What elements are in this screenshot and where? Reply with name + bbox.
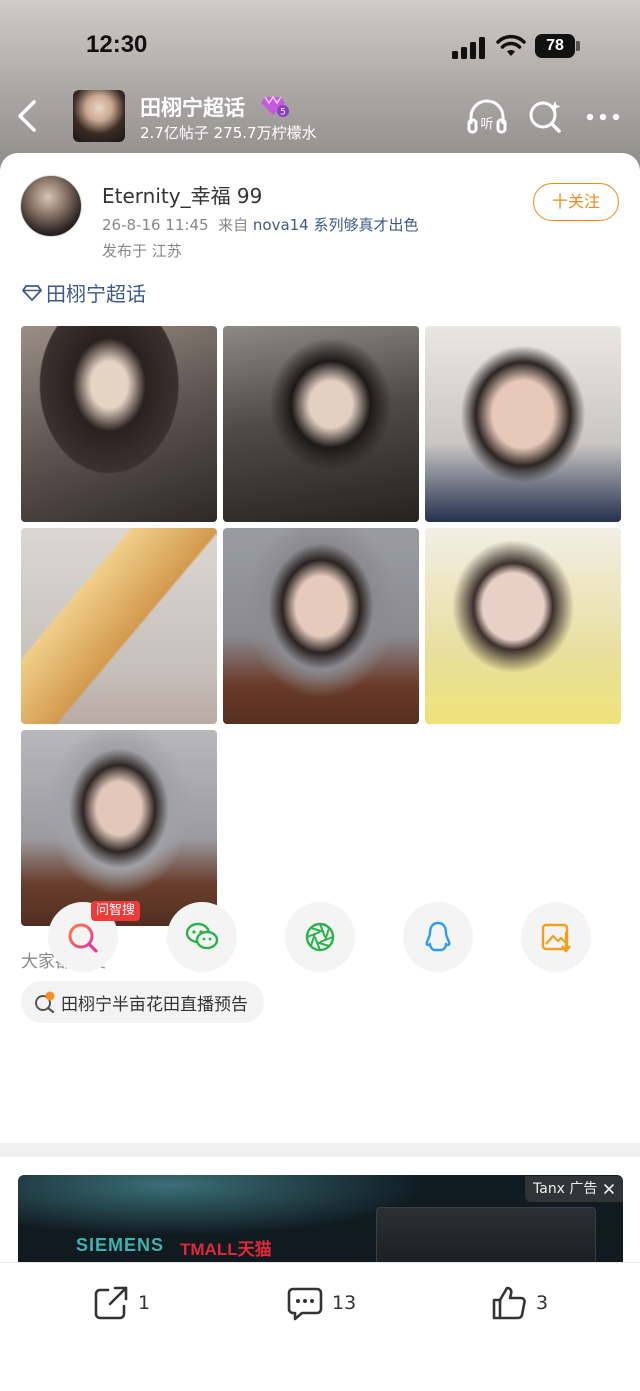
repost-count: 1 <box>138 1292 151 1314</box>
diamond-badge-icon: 5 <box>261 95 289 117</box>
status-bar: 12:30 78 <box>0 0 640 92</box>
qq-share-button[interactable] <box>403 902 473 972</box>
like-button[interactable]: 3 <box>490 1283 548 1323</box>
topic-tag-link[interactable]: 田栩宁超话 <box>22 278 146 307</box>
topic-header: 田栩宁超话 5 2.7亿帖子 275.7万柠檬水 听 <box>0 88 640 148</box>
comment-count: 13 <box>332 1292 357 1314</box>
ai-search-icon[interactable] <box>527 98 563 134</box>
author-name[interactable]: Eternity_幸福 99 <box>102 180 262 209</box>
comment-button[interactable]: 13 <box>286 1283 356 1323</box>
repost-icon <box>94 1286 128 1320</box>
follow-button[interactable]: 十关注 <box>533 183 619 221</box>
repost-button[interactable]: 1 <box>92 1283 150 1323</box>
post-card: Eternity_幸福 99 26-8-16 11:45 来自 nova14 系… <box>0 153 640 1143</box>
ai-search-icon <box>68 923 98 953</box>
post-photo-7[interactable] <box>21 730 217 926</box>
svg-text:5: 5 <box>280 108 286 118</box>
diamond-icon <box>22 284 42 301</box>
topic-avatar[interactable] <box>73 90 125 142</box>
section-divider <box>0 1143 640 1157</box>
post-source-link[interactable]: nova14 系列够真才出色 <box>253 216 419 234</box>
ad-mall-text: TMALL天猫 <box>180 1240 272 1259</box>
post-source-prefix: 来自 <box>218 216 249 234</box>
post-photo-2[interactable] <box>223 326 419 522</box>
post-photo-4[interactable] <box>21 528 217 724</box>
moments-aperture-icon <box>305 922 335 952</box>
cellular-signal-icon <box>452 37 485 59</box>
post-photo-1[interactable] <box>21 326 217 522</box>
thumbs-up-icon <box>492 1286 526 1320</box>
ai-search-badge: 问智搜 <box>91 901 141 921</box>
ad-label[interactable]: Tanx 广告 <box>525 1176 624 1202</box>
bottom-action-bar: 1 13 3 <box>0 1262 640 1391</box>
hot-search-icon <box>35 991 55 1013</box>
wifi-icon <box>496 34 526 56</box>
save-image-icon <box>541 923 571 953</box>
close-icon[interactable] <box>603 1183 615 1195</box>
save-image-button[interactable] <box>521 902 591 972</box>
ad-label-text: Tanx 广告 <box>533 1181 598 1197</box>
post-photo-6[interactable] <box>425 528 621 724</box>
ad-brand-text: SIEMENS <box>76 1235 165 1255</box>
trending-query: 田栩宁半亩花田直播预告 <box>61 994 248 1015</box>
svg-text:听: 听 <box>480 117 493 132</box>
topic-stats: 2.7亿帖子 275.7万柠檬水 <box>140 124 317 142</box>
trending-search-chip[interactable]: 田栩宁半亩花田直播预告 <box>21 981 264 1023</box>
wechat-icon <box>185 922 219 950</box>
battery-nub <box>576 41 580 51</box>
topic-tag-label: 田栩宁超话 <box>46 282 146 306</box>
status-time: 12:30 <box>86 31 148 58</box>
post-photo-3[interactable] <box>425 326 621 522</box>
moments-share-button[interactable] <box>285 902 355 972</box>
post-meta: 26-8-16 11:45 来自 nova14 系列够真才出色 <box>102 214 419 235</box>
post-location: 发布于 江苏 <box>102 242 182 260</box>
author-avatar[interactable] <box>20 175 82 237</box>
post-photo-5[interactable] <box>223 528 419 724</box>
comment-icon <box>287 1287 323 1321</box>
headphones-listen-icon[interactable]: 听 <box>466 98 508 136</box>
qq-penguin-icon <box>425 921 451 952</box>
more-options-icon[interactable] <box>584 102 622 132</box>
post-timestamp: 26-8-16 11:45 <box>102 216 209 234</box>
like-count: 3 <box>536 1292 549 1314</box>
topic-title[interactable]: 田栩宁超话 <box>140 92 245 122</box>
wechat-share-button[interactable] <box>167 902 237 972</box>
battery-indicator: 78 <box>535 34 575 58</box>
back-arrow-icon[interactable] <box>12 98 44 134</box>
